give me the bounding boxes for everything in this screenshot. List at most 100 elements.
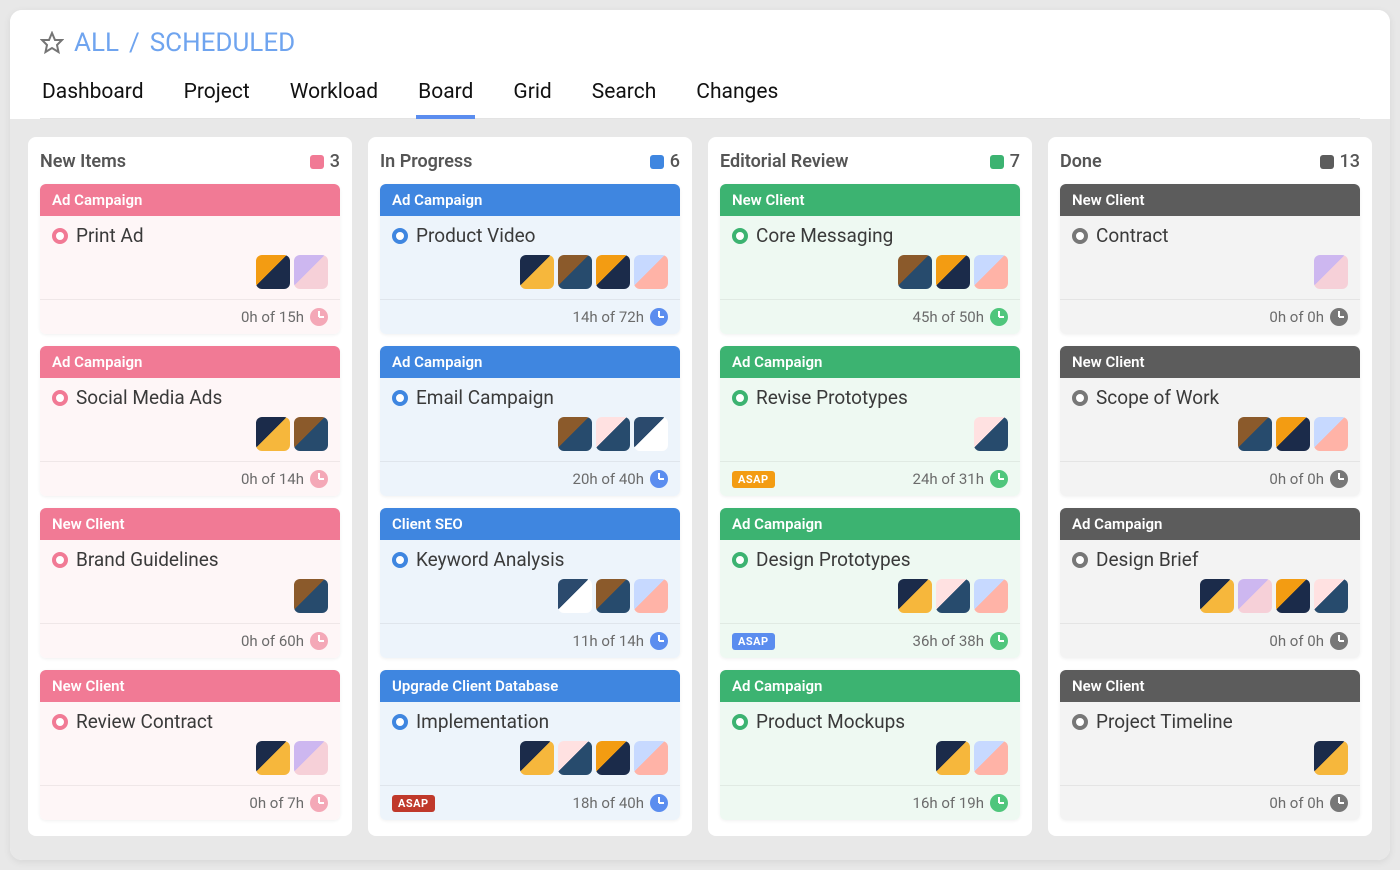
avatar[interactable] (596, 579, 630, 613)
card-title: Product Video (416, 224, 535, 247)
avatar[interactable] (1314, 579, 1348, 613)
time-label: 0h of 0h (1269, 794, 1324, 812)
card[interactable]: New ClientCore Messaging45h of 50h (720, 184, 1020, 334)
asap-badge: ASAP (732, 471, 775, 488)
avatar[interactable] (1314, 741, 1348, 775)
avatars (1072, 417, 1348, 451)
status-indicator-icon (392, 552, 408, 568)
card[interactable]: Ad CampaignDesign PrototypesASAP36h of 3… (720, 508, 1020, 658)
star-icon[interactable] (40, 31, 64, 55)
tab-search[interactable]: Search (590, 72, 659, 118)
avatar[interactable] (596, 255, 630, 289)
card-title-row: Contract (1072, 224, 1348, 247)
card-footer: 0h of 0h (1060, 461, 1360, 496)
card[interactable]: Ad CampaignEmail Campaign20h of 40h (380, 346, 680, 496)
avatar[interactable] (1314, 255, 1348, 289)
clock-icon (310, 470, 328, 488)
card-tag: New Client (40, 508, 340, 540)
avatar[interactable] (974, 255, 1008, 289)
time-label: 24h of 31h (913, 470, 984, 488)
avatars (732, 579, 1008, 613)
avatar[interactable] (558, 417, 592, 451)
card-footer: 0h of 0h (1060, 785, 1360, 820)
breadcrumb-scheduled[interactable]: SCHEDULED (150, 28, 295, 58)
card[interactable]: New ClientContract0h of 0h (1060, 184, 1360, 334)
avatar[interactable] (294, 741, 328, 775)
avatar[interactable] (1314, 417, 1348, 451)
card-title-row: Product Video (392, 224, 668, 247)
avatar[interactable] (974, 741, 1008, 775)
avatar[interactable] (520, 255, 554, 289)
breadcrumb-all[interactable]: ALL (74, 28, 119, 58)
time-wrap: 18h of 40h (573, 794, 668, 812)
status-indicator-icon (1072, 714, 1088, 730)
card[interactable]: Upgrade Client DatabaseImplementationASA… (380, 670, 680, 820)
avatar[interactable] (558, 255, 592, 289)
time-label: 0h of 14h (241, 470, 304, 488)
card[interactable]: Ad CampaignPrint Ad0h of 15h (40, 184, 340, 334)
avatar[interactable] (558, 579, 592, 613)
tab-changes[interactable]: Changes (694, 72, 780, 118)
avatar[interactable] (936, 579, 970, 613)
avatar[interactable] (256, 417, 290, 451)
avatar[interactable] (634, 255, 668, 289)
column-count-value: 6 (670, 151, 680, 172)
card[interactable]: Ad CampaignDesign Brief0h of 0h (1060, 508, 1360, 658)
column-color-icon (1320, 155, 1334, 169)
avatar[interactable] (596, 417, 630, 451)
card-footer: 45h of 50h (720, 299, 1020, 334)
card-body: Brand Guidelines (40, 540, 340, 623)
avatar[interactable] (520, 741, 554, 775)
avatar[interactable] (936, 255, 970, 289)
card[interactable]: New ClientScope of Work0h of 0h (1060, 346, 1360, 496)
card-body: Social Media Ads (40, 378, 340, 461)
card[interactable]: New ClientProject Timeline0h of 0h (1060, 670, 1360, 820)
tab-grid[interactable]: Grid (511, 72, 553, 118)
card-title: Project Timeline (1096, 710, 1233, 733)
column-count: 3 (310, 151, 340, 172)
card-tag: Ad Campaign (720, 670, 1020, 702)
avatar[interactable] (898, 255, 932, 289)
avatar[interactable] (634, 417, 668, 451)
card-body: Design Prototypes (720, 540, 1020, 623)
card[interactable]: New ClientBrand Guidelines0h of 60h (40, 508, 340, 658)
card[interactable]: Ad CampaignRevise PrototypesASAP24h of 3… (720, 346, 1020, 496)
avatar[interactable] (634, 741, 668, 775)
avatar[interactable] (294, 579, 328, 613)
column-title: Editorial Review (720, 151, 848, 172)
card-tag: Upgrade Client Database (380, 670, 680, 702)
avatar[interactable] (294, 255, 328, 289)
avatar[interactable] (1238, 579, 1272, 613)
time-label: 11h of 14h (573, 632, 644, 650)
avatar[interactable] (558, 741, 592, 775)
card[interactable]: Client SEOKeyword Analysis11h of 14h (380, 508, 680, 658)
avatar[interactable] (898, 579, 932, 613)
avatar[interactable] (256, 741, 290, 775)
avatar[interactable] (294, 417, 328, 451)
avatar[interactable] (596, 741, 630, 775)
clock-icon (990, 794, 1008, 812)
card[interactable]: Ad CampaignSocial Media Ads0h of 14h (40, 346, 340, 496)
avatar[interactable] (974, 579, 1008, 613)
time-wrap: 20h of 40h (573, 470, 668, 488)
tab-project[interactable]: Project (182, 72, 252, 118)
card-title: Keyword Analysis (416, 548, 565, 571)
tab-dashboard[interactable]: Dashboard (40, 72, 146, 118)
tab-board[interactable]: Board (416, 72, 475, 118)
time-label: 18h of 40h (573, 794, 644, 812)
card[interactable]: New ClientReview Contract0h of 7h (40, 670, 340, 820)
avatar[interactable] (634, 579, 668, 613)
avatar[interactable] (1200, 579, 1234, 613)
clock-icon (650, 308, 668, 326)
card-title-row: Core Messaging (732, 224, 1008, 247)
avatar[interactable] (974, 417, 1008, 451)
avatar[interactable] (1276, 417, 1310, 451)
avatar[interactable] (1238, 417, 1272, 451)
column-editorial-review: Editorial Review7New ClientCore Messagin… (708, 137, 1032, 836)
avatar[interactable] (256, 255, 290, 289)
avatar[interactable] (1276, 579, 1310, 613)
card[interactable]: Ad CampaignProduct Video14h of 72h (380, 184, 680, 334)
tab-workload[interactable]: Workload (288, 72, 380, 118)
avatar[interactable] (936, 741, 970, 775)
card[interactable]: Ad CampaignProduct Mockups16h of 19h (720, 670, 1020, 820)
